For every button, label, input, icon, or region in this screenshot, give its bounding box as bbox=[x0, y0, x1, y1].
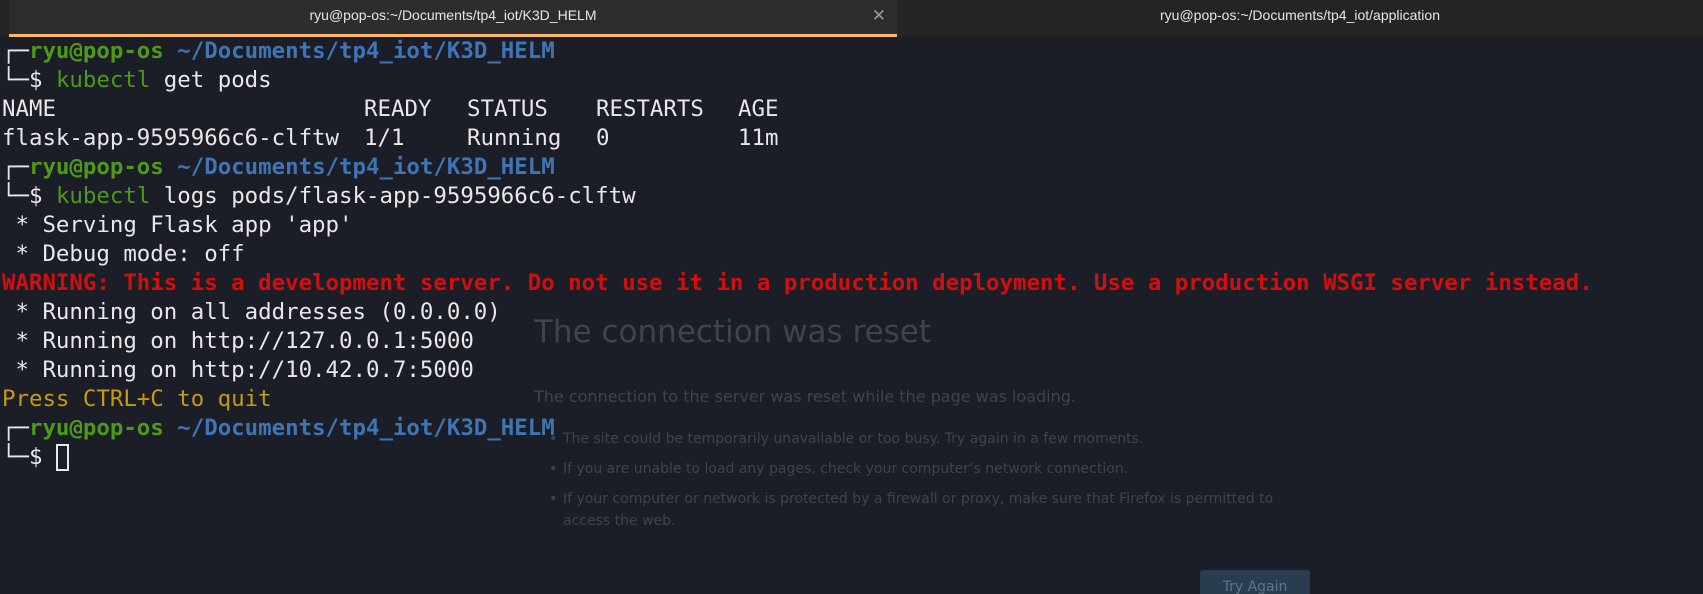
text-cursor[interactable] bbox=[55, 444, 69, 471]
log-line: * Debug mode: off bbox=[2, 241, 245, 267]
prompt-user-host: ryu@pop-os bbox=[28, 154, 164, 180]
prompt-symbol: $ bbox=[28, 444, 43, 470]
command-program: kubectl bbox=[55, 67, 151, 93]
prompt-corner-top: ┌─ bbox=[2, 154, 29, 180]
pod-status: Running bbox=[467, 125, 562, 151]
pod-name: flask-app-9595966c6-clftw bbox=[2, 125, 340, 151]
prompt-corner-top: ┌─ bbox=[2, 415, 29, 441]
col-header-ready: READY bbox=[364, 96, 432, 122]
command-line[interactable]: └─$ bbox=[2, 443, 1702, 472]
col-header-status: STATUS bbox=[467, 96, 548, 122]
command-program: kubectl bbox=[55, 183, 151, 209]
col-header-age: AGE bbox=[738, 96, 779, 122]
log-line: * Running on all addresses (0.0.0.0) bbox=[2, 299, 501, 325]
terminal-tab-bar: ryu@pop-os:~/Documents/tp4_iot/K3D_HELM … bbox=[0, 0, 1703, 37]
prompt-symbol: $ bbox=[28, 183, 43, 209]
command-line: └─$ kubectl logs pods/flask-app-9595966c… bbox=[2, 182, 1702, 211]
prompt-symbol: $ bbox=[28, 67, 43, 93]
prompt-line: ┌─ryu@pop-os ~/Documents/tp4_iot/K3D_HEL… bbox=[2, 37, 1702, 66]
prompt-line: ┌─ryu@pop-os ~/Documents/tp4_iot/K3D_HEL… bbox=[2, 153, 1702, 182]
col-header-restarts: RESTARTS bbox=[596, 96, 704, 122]
list-item: If your computer or network is protected… bbox=[549, 488, 1289, 532]
close-icon[interactable]: ✕ bbox=[872, 6, 886, 26]
prompt-user-host: ryu@pop-os bbox=[28, 38, 164, 64]
prompt-corner-bottom: └─ bbox=[2, 444, 29, 470]
tab-title: ryu@pop-os:~/Documents/tp4_iot/K3D_HELM bbox=[309, 7, 597, 23]
prompt-user-host: ryu@pop-os bbox=[28, 415, 164, 441]
prompt-path: ~/Documents/tp4_iot/K3D_HELM bbox=[177, 415, 555, 441]
prompt-corner-bottom: └─ bbox=[2, 67, 29, 93]
pod-restarts: 0 bbox=[596, 125, 610, 151]
tab-k3d-helm[interactable]: ryu@pop-os:~/Documents/tp4_iot/K3D_HELM … bbox=[9, 0, 897, 37]
tab-application[interactable]: ryu@pop-os:~/Documents/tp4_iot/applicati… bbox=[897, 0, 1703, 37]
command-args: logs pods/flask-app-9595966c6-clftw bbox=[150, 183, 636, 209]
log-line: * Running on http://10.42.0.7:5000 bbox=[2, 357, 474, 383]
pods-table-header: NAME READY STATUS RESTARTS AGE bbox=[2, 95, 1702, 124]
log-line: * Running on http://127.0.0.1:5000 bbox=[2, 328, 474, 354]
tab-title: ryu@pop-os:~/Documents/tp4_iot/applicati… bbox=[1160, 7, 1440, 23]
log-quit-hint: Press CTRL+C to quit bbox=[2, 386, 272, 412]
try-again-button[interactable]: Try Again bbox=[1200, 570, 1310, 594]
prompt-line: ┌─ryu@pop-os ~/Documents/tp4_iot/K3D_HEL… bbox=[2, 414, 1702, 443]
log-warning: WARNING: This is a development server. D… bbox=[2, 270, 1593, 296]
command-line: └─$ kubectl get pods bbox=[2, 66, 1702, 95]
table-row: flask-app-9595966c6-clftw 1/1 Running 0 11m bbox=[2, 124, 1702, 153]
pod-age: 11m bbox=[738, 125, 779, 151]
command-args: get pods bbox=[150, 67, 272, 93]
log-line: * Serving Flask app 'app' bbox=[2, 212, 353, 238]
prompt-path: ~/Documents/tp4_iot/K3D_HELM bbox=[177, 154, 555, 180]
prompt-path: ~/Documents/tp4_iot/K3D_HELM bbox=[177, 38, 555, 64]
terminal-output[interactable]: ┌─ryu@pop-os ~/Documents/tp4_iot/K3D_HEL… bbox=[2, 37, 1702, 472]
prompt-corner-top: ┌─ bbox=[2, 38, 29, 64]
pod-ready: 1/1 bbox=[364, 125, 405, 151]
col-header-name: NAME bbox=[2, 96, 56, 122]
prompt-corner-bottom: └─ bbox=[2, 183, 29, 209]
